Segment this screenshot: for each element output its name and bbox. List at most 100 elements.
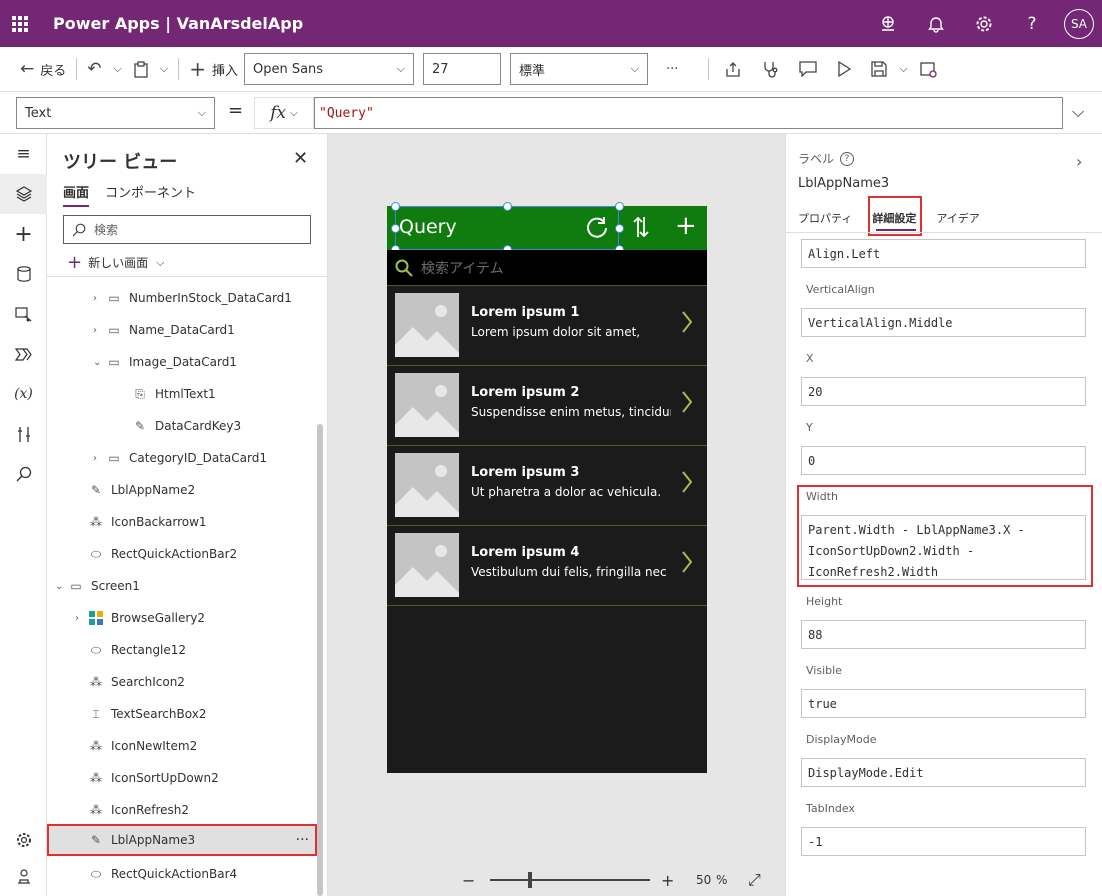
font-weight-select[interactable]: 標準 ⌵ [509,53,648,85]
sort-up-down-icon[interactable] [633,215,649,245]
tree-item[interactable]: ⁂ IconSortUpDown2 [47,762,317,794]
tree-item[interactable]: ✎ LblAppName2 [47,474,317,506]
insert-button[interactable]: + 挿入 [183,53,244,85]
share-button[interactable] [719,53,748,85]
zoom-slider[interactable] [490,879,650,881]
tab-components[interactable]: コンポーネント [105,182,196,207]
insert-icon[interactable]: + [0,214,47,254]
tree-item[interactable]: ⎘ HtmlText1 [47,378,317,410]
x-input[interactable]: 20 [801,377,1086,406]
variables-icon[interactable]: (x) [0,374,47,414]
chevron-right-icon[interactable] [681,550,693,580]
paste-button[interactable] [128,53,154,85]
tab-properties[interactable]: プロパティ [798,208,852,232]
quick-action-bar[interactable]: Query + [387,202,707,254]
gallery-item[interactable]: Lorem ipsum 4 Vestibulum dui felis, frin… [387,526,707,606]
zoom-in-button[interactable]: + [661,871,674,890]
preview-button[interactable] [831,53,857,85]
data-icon[interactable] [0,254,47,294]
tree-search-input[interactable]: 検索 [63,215,311,244]
more-options-icon[interactable]: ··· [296,832,309,848]
tree-item[interactable]: ⌶ TextSearchBox2 [47,698,317,730]
chevron-right-icon[interactable] [681,310,693,340]
formula-input[interactable]: "Query" [314,97,1063,129]
tree-item-selected[interactable]: ✎ LblAppName3 ··· [47,824,317,856]
save-dropdown[interactable]: ⌵ [893,53,913,85]
tree-item[interactable]: ⁂ IconRefresh2 [47,794,317,826]
publish-button[interactable] [914,53,943,85]
chevron-right-icon[interactable] [681,390,693,420]
y-input[interactable]: 0 [801,446,1086,475]
comments-button[interactable] [793,53,823,85]
power-automate-icon[interactable] [0,334,47,374]
tree-item[interactable]: ⁂ IconNewItem2 [47,730,317,762]
visible-input[interactable]: true [801,689,1086,718]
tab-ideas[interactable]: アイデア [936,208,979,232]
display-mode-input[interactable]: DisplayMode.Edit [801,758,1086,787]
resize-handle[interactable] [391,202,400,211]
tree-item[interactable]: › ▭ NumberInStock_DataCard1 [47,282,317,314]
tree-item[interactable]: ✎ DataCardKey3 [47,410,317,442]
virtual-agent-icon[interactable] [0,856,47,896]
resize-handle[interactable] [391,224,400,233]
tree-scrollbar[interactable] [317,424,323,896]
hamburger-menu-icon[interactable]: ≡ [0,134,47,174]
close-icon[interactable]: ✕ [293,148,308,169]
environment-button[interactable] [864,0,912,47]
tree-item[interactable]: › BrowseGallery2 [47,602,317,634]
advanced-tools-icon[interactable] [0,414,47,454]
app-screen-preview[interactable]: Query + 検索アイテム Lorem ipsum 1 Lorem ipsum… [387,202,707,773]
tree-item[interactable]: ⬭ RectQuickActionBar2 [47,538,317,570]
paste-dropdown[interactable]: ⌵ [154,53,174,85]
tab-screens[interactable]: 画面 [63,182,90,207]
resize-handle[interactable] [615,202,624,211]
gallery-item[interactable]: Lorem ipsum 3 Ut pharetra a dolor ac veh… [387,446,707,526]
back-button[interactable]: ← 戻る [14,53,72,85]
search-icon[interactable] [0,454,47,494]
font-size-input[interactable]: 27 [422,53,501,85]
gallery-search-box[interactable]: 検索アイテム [387,250,707,286]
property-select[interactable]: Text ⌵ [16,97,215,129]
resize-handle[interactable] [615,224,624,233]
tree-item-screen[interactable]: ⌄ ▭ Screen1 [47,570,317,602]
undo-dropdown[interactable]: ⌵ [108,53,128,85]
tree-view-icon[interactable] [0,174,47,214]
media-icon[interactable] [0,294,47,334]
chevron-right-icon[interactable] [681,470,693,500]
width-input[interactable]: Parent.Width - LblAppName3.X - IconSortU… [801,515,1086,580]
app-launcher-button[interactable] [0,0,40,47]
notifications-button[interactable] [912,0,960,47]
tree-item[interactable]: ⬭ Rectangle12 [47,634,317,666]
tab-index-input[interactable]: -1 [801,827,1086,856]
align-input[interactable]: Align.Left [801,239,1086,268]
zoom-out-button[interactable]: − [462,871,475,890]
gallery-item[interactable]: Lorem ipsum 1 Lorem ipsum dolor sit amet… [387,286,707,366]
new-screen-button[interactable]: + 新しい画面 ⌵ [67,252,164,273]
tree-item[interactable]: ⬭ RectQuickActionBar4 [47,858,317,890]
gallery-item[interactable]: Lorem ipsum 2 Suspendisse enim metus, ti… [387,366,707,446]
height-input[interactable]: 88 [801,620,1086,649]
app-checker-button[interactable] [756,53,785,85]
tree-item[interactable]: ⁂ SearchIcon2 [47,666,317,698]
settings-icon[interactable] [0,820,47,860]
tree-item[interactable]: ⁂ IconBackarrow1 [47,506,317,538]
fx-button[interactable]: fx ⌵ [254,97,314,129]
tree-item[interactable]: › ▭ Name_DataCard1 [47,314,317,346]
help-icon[interactable]: ? [840,151,855,166]
user-avatar[interactable]: SA [1064,8,1094,39]
new-item-icon[interactable]: + [675,211,697,241]
more-commands-button[interactable]: ··· [660,53,684,85]
vertical-align-input[interactable]: VerticalAlign.Middle [801,308,1086,337]
settings-button[interactable] [960,0,1008,47]
tree-item[interactable]: › ▭ CategoryID_DataCard1 [47,442,317,474]
help-button[interactable]: ? [1008,0,1056,47]
fit-to-window-icon[interactable]: ⤢ [748,870,761,890]
tree-item[interactable]: ⌄ ▭ Image_DataCard1 [47,346,317,378]
undo-button[interactable]: ↶ [81,53,107,85]
chevron-right-icon[interactable]: › [1076,152,1082,171]
expand-formula-icon[interactable]: ⌵ [1072,102,1084,122]
zoom-slider-thumb[interactable] [528,872,532,888]
refresh-icon[interactable] [585,215,609,245]
resize-handle[interactable] [503,202,512,211]
font-select[interactable]: Open Sans ⌵ [243,53,414,85]
